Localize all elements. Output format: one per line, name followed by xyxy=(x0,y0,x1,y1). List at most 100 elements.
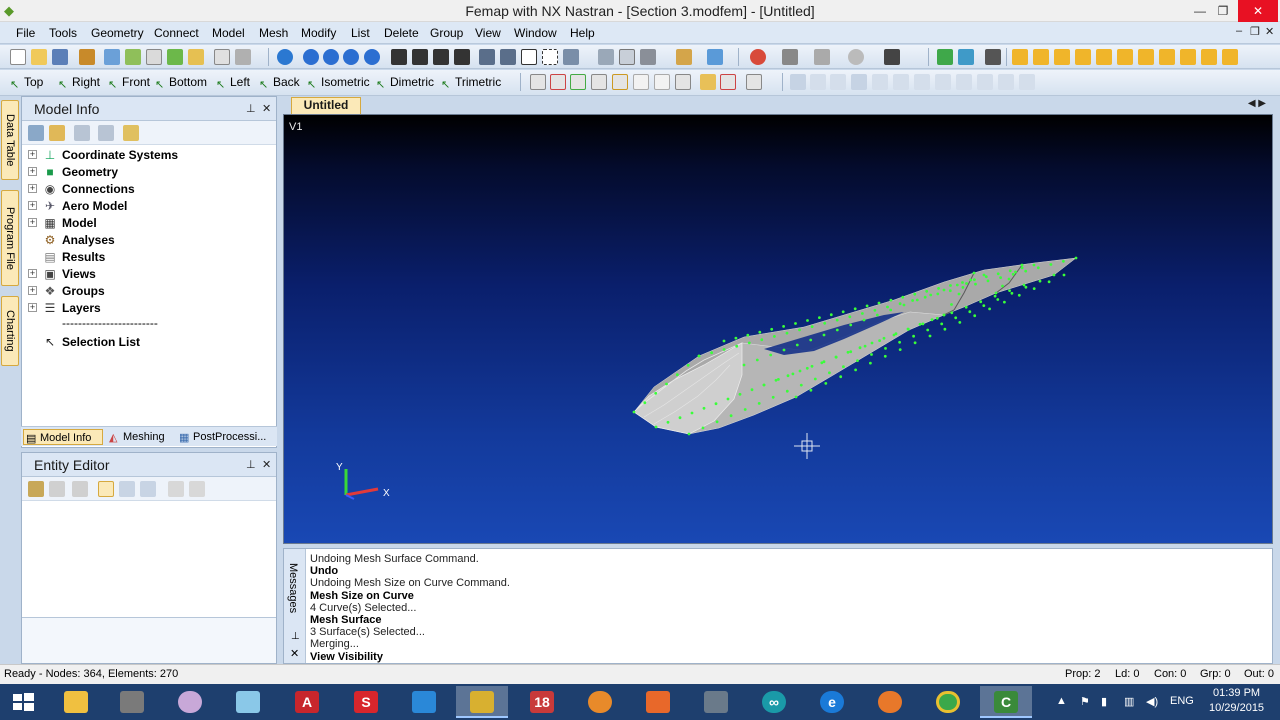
tree-item-connections[interactable]: + ◉ Connections xyxy=(22,181,276,197)
taskbar-design-app[interactable] xyxy=(398,686,450,718)
element-icon[interactable] xyxy=(1138,49,1154,65)
arrow-icon[interactable] xyxy=(98,125,114,141)
rotate-x-icon[interactable] xyxy=(412,49,428,65)
point-icon[interactable] xyxy=(1096,49,1112,65)
open-icon[interactable] xyxy=(31,49,47,65)
view-front-button[interactable]: ↖ Front xyxy=(108,75,150,91)
view-trimetric-button[interactable]: ↖ Trimetric xyxy=(441,75,501,91)
tray-expand-icon[interactable]: ▲ xyxy=(1056,695,1067,707)
grid-3-icon[interactable] xyxy=(893,74,909,90)
render-icon[interactable] xyxy=(640,49,656,65)
numbering-icon[interactable] xyxy=(985,49,1001,65)
layout-icon[interactable] xyxy=(598,49,614,65)
new-icon[interactable] xyxy=(10,49,26,65)
report-icon[interactable] xyxy=(188,49,204,65)
list-layers-icon[interactable] xyxy=(720,74,736,90)
undo-icon[interactable] xyxy=(848,49,864,65)
taskbar-femap[interactable] xyxy=(456,686,508,718)
mdi-minimize-button[interactable]: – xyxy=(1236,25,1242,37)
settings-icon[interactable] xyxy=(977,74,993,90)
zoom-out-icon[interactable] xyxy=(500,49,516,65)
tray-flag-icon[interactable]: ⚑ xyxy=(1080,695,1090,708)
mesh-model-svg[interactable]: Y X xyxy=(284,115,1273,544)
menu-modify[interactable]: Modify xyxy=(301,26,336,40)
copy-icon[interactable] xyxy=(104,49,120,65)
lock-icon[interactable] xyxy=(28,481,44,497)
sort-icon[interactable] xyxy=(119,481,135,497)
expand-tree-icon[interactable] xyxy=(28,125,44,141)
grid-icon[interactable] xyxy=(851,74,867,90)
view-dimetric-button[interactable]: ↖ Dimetric xyxy=(376,75,434,91)
pan-icon[interactable] xyxy=(391,49,407,65)
side-tab-data-table[interactable]: Data Table xyxy=(1,100,19,180)
filter-icon[interactable] xyxy=(74,125,90,141)
tree-item-coordinate-systems[interactable]: + ⊥ Coordinate Systems xyxy=(22,147,276,163)
taskbar-chemistry-app[interactable] xyxy=(574,686,626,718)
pin-icon[interactable]: ⊥ xyxy=(246,458,256,471)
list-icon[interactable] xyxy=(140,481,156,497)
autoscale-icon[interactable] xyxy=(542,49,558,65)
panel-close-icon[interactable]: ✕ xyxy=(262,102,271,115)
regenerate-icon[interactable] xyxy=(277,49,293,65)
list-output-icon[interactable] xyxy=(591,74,607,90)
list-edit-icon[interactable] xyxy=(746,74,762,90)
menu-model[interactable]: Model xyxy=(212,26,245,40)
list-loads-icon[interactable] xyxy=(612,74,628,90)
mdi-close-button[interactable]: ✕ xyxy=(1265,25,1274,38)
taskbar-app-18[interactable]: 18 xyxy=(516,686,568,718)
zoom-icon[interactable] xyxy=(479,49,495,65)
tray-volume-icon[interactable]: ◀) xyxy=(1146,695,1158,708)
clock-time[interactable]: 01:39 PM xyxy=(1213,687,1260,699)
clock-date[interactable]: 10/29/2015 xyxy=(1209,702,1264,714)
list-groups-icon[interactable] xyxy=(700,74,716,90)
settings-2-icon[interactable] xyxy=(998,74,1014,90)
settings-3-icon[interactable] xyxy=(1019,74,1035,90)
rotate-left-icon[interactable] xyxy=(303,49,319,65)
view-back-button[interactable]: ↖ Back xyxy=(259,75,300,91)
brace-icon[interactable] xyxy=(914,74,930,90)
load-icon[interactable] xyxy=(1159,49,1175,65)
tree-item-aero-model[interactable]: + ✈ Aero Model xyxy=(22,198,276,214)
tree-item-selection-list[interactable]: ↖ Selection List xyxy=(22,334,276,350)
tree-item-layers[interactable]: + ☰ Layers xyxy=(22,300,276,316)
view-top-button[interactable]: ↖ Top xyxy=(10,75,43,91)
taskbar-file-explorer[interactable] xyxy=(50,686,102,718)
menu-connect[interactable]: Connect xyxy=(154,26,199,40)
brace-2-icon[interactable] xyxy=(935,74,951,90)
align-left-icon[interactable] xyxy=(790,74,806,90)
tree-item-geometry[interactable]: + ■ Geometry xyxy=(22,164,276,180)
text-icon[interactable] xyxy=(1075,49,1091,65)
tree-item-analyses[interactable]: ⚙ Analyses xyxy=(22,232,276,248)
zoom-window-icon[interactable] xyxy=(521,49,537,65)
curve-icon[interactable] xyxy=(1033,49,1049,65)
view-style-icon[interactable] xyxy=(619,49,635,65)
menu-view[interactable]: View xyxy=(475,26,501,40)
categorized-icon[interactable] xyxy=(98,481,114,497)
tray-language[interactable]: ENG xyxy=(1170,695,1194,707)
query-icon[interactable] xyxy=(814,49,830,65)
layer-icon[interactable] xyxy=(1222,49,1238,65)
taskbar-chrome[interactable] xyxy=(922,686,974,718)
taskbar-matlab[interactable] xyxy=(632,686,684,718)
taskbar-paint[interactable] xyxy=(164,686,216,718)
list-geometry-icon[interactable] xyxy=(570,74,586,90)
tray-network-icon[interactable]: ▥ xyxy=(1124,695,1134,708)
rotate-up-icon[interactable] xyxy=(343,49,359,65)
align-center-icon[interactable] xyxy=(810,74,826,90)
view-bottom-button[interactable]: ↖ Bottom xyxy=(155,75,207,91)
tree-item-model[interactable]: + ▦ Model xyxy=(22,215,276,231)
taskbar-camtasia[interactable]: C xyxy=(980,686,1032,718)
undo-icon[interactable] xyxy=(168,481,184,497)
highlight-icon[interactable] xyxy=(123,125,139,141)
list-properties-icon[interactable] xyxy=(633,74,649,90)
redo-icon[interactable] xyxy=(189,481,205,497)
menu-delete[interactable]: Delete xyxy=(384,26,419,40)
view-right-button[interactable]: ↖ Right xyxy=(58,75,100,91)
rotate-right-icon[interactable] xyxy=(323,49,339,65)
menu-list[interactable]: List xyxy=(351,26,370,40)
print-preview-icon[interactable] xyxy=(214,49,230,65)
taskbar-firefox[interactable] xyxy=(864,686,916,718)
taskbar-solidworks[interactable]: S xyxy=(340,686,392,718)
side-tab-charting[interactable]: Charting xyxy=(1,296,19,366)
mesh-toolbox-icon[interactable] xyxy=(937,49,953,65)
